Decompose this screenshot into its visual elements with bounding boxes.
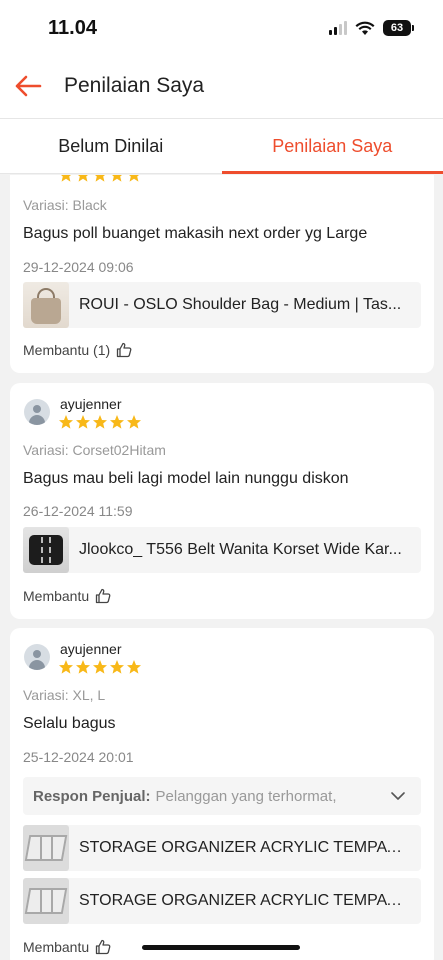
status-time: 11.04 xyxy=(48,17,97,39)
product-name: ROUI - OSLO Shoulder Bag - Medium | Tas.… xyxy=(79,296,402,313)
helpful-label: Membantu (1) xyxy=(23,342,111,358)
helpful-button[interactable]: Membantu (1) xyxy=(23,342,132,358)
star-rating xyxy=(58,175,142,183)
product-item[interactable]: ROUI - OSLO Shoulder Bag - Medium | Tas.… xyxy=(23,282,421,328)
review-date: 25-12-2024 20:01 xyxy=(23,749,134,765)
seller-response-label: Respon Penjual: xyxy=(33,787,151,805)
star-icon xyxy=(78,175,88,182)
star-icon xyxy=(61,175,71,182)
star-icon xyxy=(129,175,139,182)
wifi-icon xyxy=(355,21,375,35)
star-icon xyxy=(59,415,73,429)
chevron-down-icon[interactable] xyxy=(391,791,405,801)
review-variation: Variasi: Corset02Hitam xyxy=(23,442,166,458)
app-header: Penilaian Saya xyxy=(0,58,443,118)
review-list[interactable]: Variasi: Black Bagus poll buanget makasi… xyxy=(0,175,443,960)
back-arrow-icon[interactable] xyxy=(14,74,42,98)
status-bar: 11.04 63 xyxy=(0,0,443,58)
star-icon xyxy=(76,415,90,429)
review-date: 26-12-2024 11:59 xyxy=(23,503,133,519)
page-title: Penilaian Saya xyxy=(64,74,205,97)
tab-bar: Belum Dinilai Penilaian Saya xyxy=(0,118,443,174)
product-item[interactable]: STORAGE ORGANIZER ACRYLIC TEMPAT P... xyxy=(23,878,421,924)
helpful-button[interactable]: Membantu xyxy=(23,588,111,604)
review-variation: Variasi: Black xyxy=(23,197,107,213)
review-text: Bagus poll buanget makasih next order yg… xyxy=(23,225,368,242)
star-rating xyxy=(58,659,142,675)
product-thumbnail xyxy=(23,878,69,924)
product-name: STORAGE ORGANIZER ACRYLIC TEMPAT P... xyxy=(79,839,411,856)
star-icon xyxy=(110,415,124,429)
star-icon xyxy=(93,660,107,674)
star-icon xyxy=(110,660,124,674)
helpful-button[interactable]: Membantu xyxy=(23,939,111,955)
product-thumbnail xyxy=(23,282,69,328)
tab-belum-dinilai[interactable]: Belum Dinilai xyxy=(0,119,222,173)
home-indicator[interactable] xyxy=(142,945,300,950)
review-variation: Variasi: XL, L xyxy=(23,687,106,703)
review-card: ayujenner Variasi: XL, L Selalu bagus 25… xyxy=(10,628,434,960)
tab-penilaian-saya[interactable]: Penilaian Saya xyxy=(221,119,443,174)
seller-response[interactable]: Respon Penjual: Pelanggan yang terhormat… xyxy=(23,777,421,815)
product-name: Jlookco_ T556 Belt Wanita Korset Wide Ka… xyxy=(79,541,402,558)
helpful-label: Membantu xyxy=(23,939,90,955)
star-icon xyxy=(93,415,107,429)
product-name: STORAGE ORGANIZER ACRYLIC TEMPAT P... xyxy=(79,892,411,909)
thumbs-up-icon xyxy=(117,342,132,358)
review-text: Bagus mau beli lagi model lain nunggu di… xyxy=(23,470,349,487)
star-icon xyxy=(76,660,90,674)
star-icon xyxy=(127,415,141,429)
status-icons: 63 xyxy=(329,20,414,36)
avatar xyxy=(24,644,50,670)
avatar xyxy=(24,399,50,425)
star-icon xyxy=(95,175,105,182)
thumbs-up-icon xyxy=(96,939,111,955)
review-username: ayujenner xyxy=(60,641,122,657)
product-thumbnail xyxy=(23,825,69,871)
star-icon xyxy=(127,660,141,674)
product-item[interactable]: STORAGE ORGANIZER ACRYLIC TEMPAT P... xyxy=(23,825,421,871)
review-card: Variasi: Black Bagus poll buanget makasi… xyxy=(10,175,434,373)
thumbs-up-icon xyxy=(96,588,111,604)
review-card: ayujenner Variasi: Corset02Hitam Bagus m… xyxy=(10,383,434,619)
star-icon xyxy=(112,175,122,182)
review-text: Selalu bagus xyxy=(23,715,116,732)
helpful-label: Membantu xyxy=(23,588,90,604)
star-icon xyxy=(59,660,73,674)
review-username: ayujenner xyxy=(60,396,122,412)
product-item[interactable]: Jlookco_ T556 Belt Wanita Korset Wide Ka… xyxy=(23,527,421,573)
star-rating xyxy=(58,414,142,430)
battery-icon: 63 xyxy=(383,20,414,36)
review-date: 29-12-2024 09:06 xyxy=(23,259,134,275)
cellular-signal-icon xyxy=(329,21,347,35)
seller-response-text: Pelanggan yang terhormat, xyxy=(155,787,337,805)
product-thumbnail xyxy=(23,527,69,573)
